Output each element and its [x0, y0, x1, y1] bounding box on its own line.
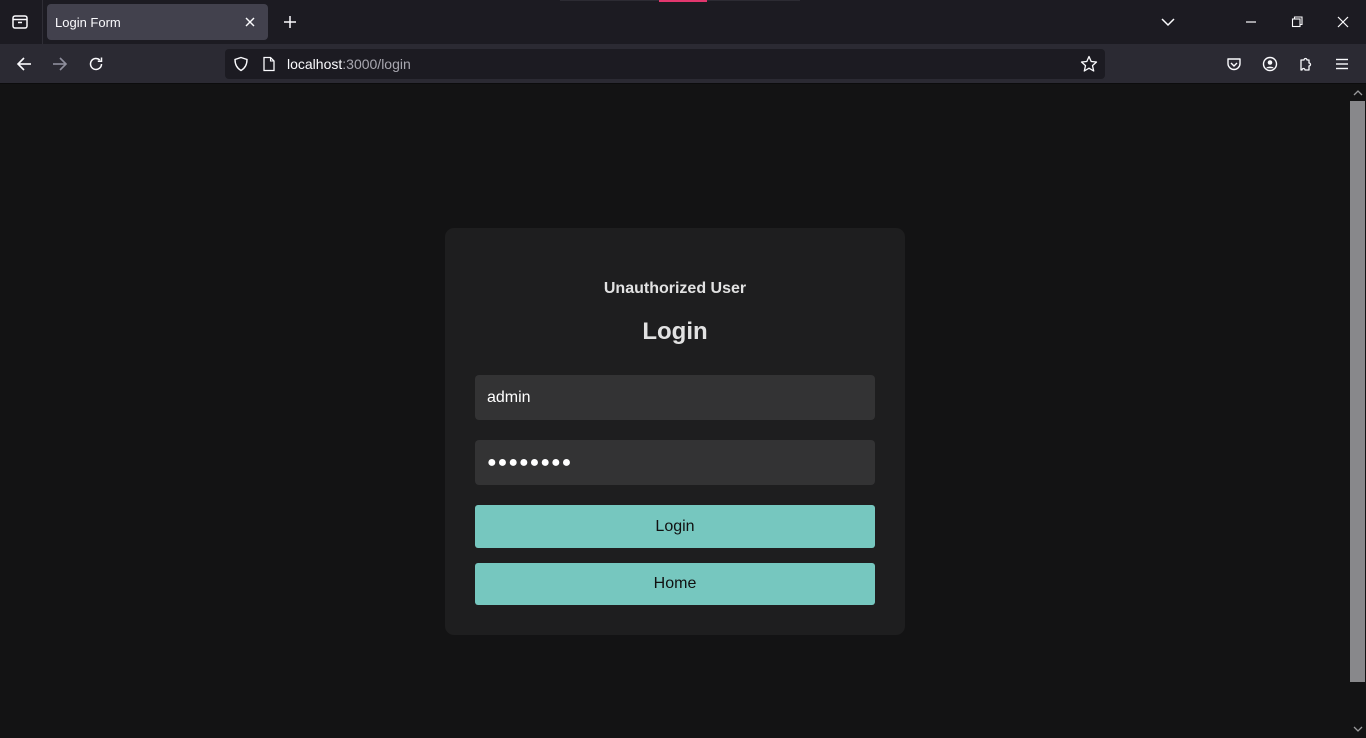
- url-host: localhost: [287, 56, 343, 72]
- minimize-icon[interactable]: [1237, 8, 1265, 36]
- tab-strip: Login Form: [0, 0, 1366, 44]
- reload-icon[interactable]: [82, 50, 110, 78]
- scrollbar-thumb[interactable]: [1350, 101, 1365, 682]
- chevron-down-icon[interactable]: [1154, 8, 1182, 36]
- tab-title: Login Form: [55, 15, 121, 30]
- page-content: Unauthorized User Login admin ●●●●●●●● L…: [0, 84, 1350, 738]
- tab-divider: [42, 0, 43, 44]
- url-text[interactable]: localhost:3000/login: [287, 56, 411, 72]
- bookmark-star-icon[interactable]: [1079, 54, 1099, 74]
- tab-strip-accent: [659, 0, 707, 2]
- vertical-scrollbar[interactable]: [1350, 84, 1366, 738]
- url-bar[interactable]: localhost:3000/login: [225, 49, 1105, 79]
- forward-arrow-icon[interactable]: [46, 50, 74, 78]
- window-close-icon[interactable]: [1329, 8, 1357, 36]
- extensions-icon[interactable]: [1292, 50, 1320, 78]
- login-card: Unauthorized User Login admin ●●●●●●●● L…: [445, 228, 905, 635]
- firefox-view-icon[interactable]: [8, 10, 32, 34]
- account-icon[interactable]: [1256, 50, 1284, 78]
- restore-icon[interactable]: [1283, 8, 1311, 36]
- login-heading: Login: [642, 318, 708, 345]
- username-input[interactable]: admin: [475, 375, 875, 420]
- menu-icon[interactable]: [1328, 50, 1356, 78]
- page-icon[interactable]: [259, 54, 279, 74]
- unauthorized-subtitle: Unauthorized User: [603, 280, 747, 297]
- scroll-down-icon[interactable]: [1353, 724, 1363, 734]
- home-button[interactable]: Home: [475, 563, 875, 605]
- pocket-icon[interactable]: [1220, 50, 1248, 78]
- navigation-toolbar: localhost:3000/login: [0, 44, 1366, 84]
- close-icon[interactable]: [240, 12, 260, 32]
- scroll-up-icon[interactable]: [1353, 88, 1363, 98]
- tab-login-form[interactable]: Login Form: [47, 4, 268, 40]
- shield-icon[interactable]: [231, 54, 251, 74]
- login-button[interactable]: Login: [475, 505, 875, 548]
- back-arrow-icon[interactable]: [10, 50, 38, 78]
- url-path: :3000/login: [342, 56, 411, 72]
- plus-icon[interactable]: [278, 10, 302, 34]
- password-input[interactable]: ●●●●●●●●: [475, 440, 875, 485]
